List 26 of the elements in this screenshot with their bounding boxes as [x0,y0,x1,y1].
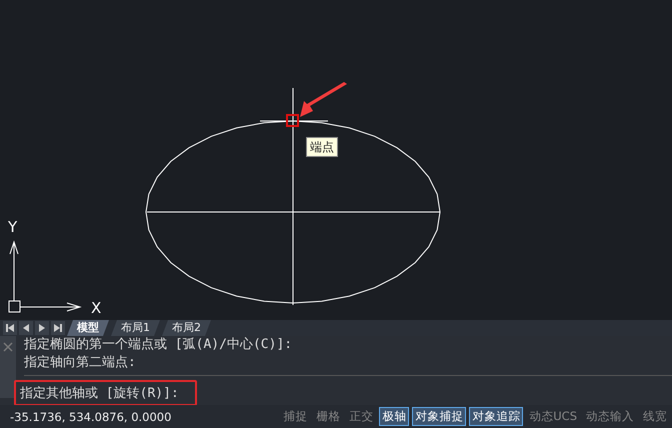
status-toggle[interactable]: 动态UCS [526,407,580,426]
status-toggle[interactable]: 正交 [346,407,376,426]
axis-label: Y [8,218,18,236]
endpoint-marker-icon [286,114,299,127]
tooltip: 端点 [306,137,338,157]
layout-tab[interactable]: 布局2 [162,320,211,336]
ucs-icon [8,240,82,312]
command-history-line: 指定轴向第二端点: [24,354,137,372]
next-icon[interactable] [35,321,49,335]
arrow-icon [300,82,347,117]
layout-tab[interactable]: 模型 [67,320,109,336]
status-toggle[interactable]: 线宽 [640,407,670,426]
command-history-line: 指定椭圆的第一个端点或 [弧(A)/中心(C)]: [24,336,294,354]
status-toggle[interactable]: 捕捉 [280,407,310,426]
status-toggle[interactable]: 极轴 [379,407,410,426]
status-toggle[interactable]: 动态输入 [583,407,637,426]
previous-icon[interactable] [19,321,33,335]
status-toggle[interactable]: 对象追踪 [469,407,524,426]
tracking-line [260,120,328,122]
last-icon[interactable] [51,321,65,335]
layout-tab[interactable]: 布局1 [111,320,160,336]
first-icon[interactable] [3,321,17,335]
coordinates: -35.1736, 534.0876, 0.0000 [9,410,172,424]
status-toggle[interactable]: 栅格 [313,407,344,426]
status-toggle[interactable]: 对象捕捉 [412,407,466,426]
axis-label: X [91,299,102,317]
